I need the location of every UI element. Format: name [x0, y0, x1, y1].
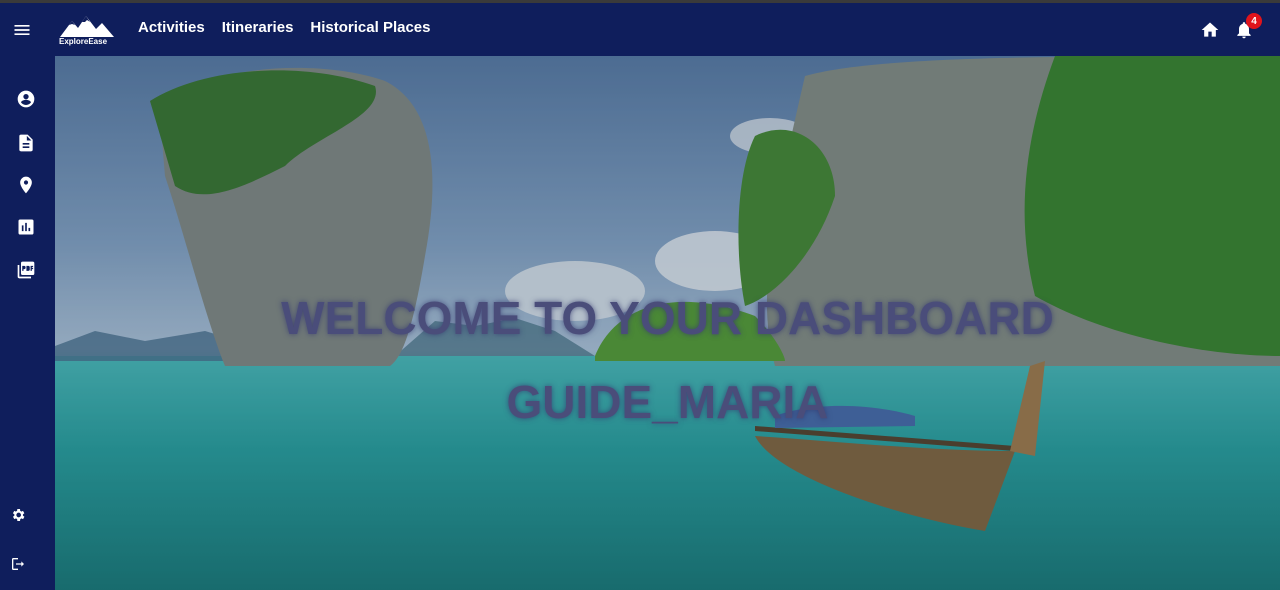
- mountain-logo-icon: [60, 16, 114, 37]
- top-navbar: ExploreEase Activities Itineraries Histo…: [0, 3, 1280, 56]
- report-icon[interactable]: [16, 217, 36, 237]
- nav-itineraries[interactable]: Itineraries: [222, 19, 294, 36]
- sidebar: [0, 56, 55, 590]
- menu-icon[interactable]: [12, 20, 32, 40]
- account-icon[interactable]: [16, 89, 36, 109]
- nav-historical-places[interactable]: Historical Places: [310, 19, 430, 36]
- welcome-username: GUIDE_MARIA: [506, 376, 829, 428]
- notification-badge: 4: [1246, 13, 1262, 29]
- home-icon[interactable]: [1200, 20, 1220, 40]
- settings-icon[interactable]: [10, 507, 26, 523]
- pdf-icon[interactable]: [16, 260, 36, 280]
- main-nav: Activities Itineraries Historical Places: [138, 19, 431, 36]
- dashboard-hero: WELCOME TO YOUR DASHBOARD GUIDE_MARIA: [55, 56, 1280, 590]
- welcome-line-1: WELCOME TO YOUR DASHBOARD: [281, 292, 1054, 344]
- document-icon[interactable]: [16, 133, 36, 153]
- logout-icon[interactable]: [10, 556, 26, 572]
- welcome-heading: WELCOME TO YOUR DASHBOARD GUIDE_MARIA: [55, 276, 1280, 444]
- location-icon[interactable]: [16, 175, 36, 195]
- app-logo[interactable]: ExploreEase: [58, 13, 118, 49]
- nav-activities[interactable]: Activities: [138, 19, 205, 36]
- logo-text: ExploreEase: [59, 37, 108, 46]
